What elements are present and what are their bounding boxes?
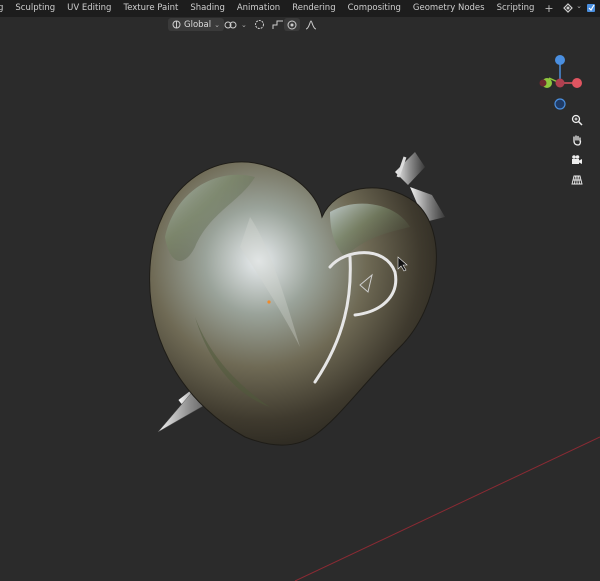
workspace-tab[interactable]: Sculpting: [9, 0, 61, 17]
chevron-down-icon: ⌄: [214, 20, 220, 29]
scene-canvas[interactable]: [0, 17, 600, 581]
zoom-icon[interactable]: [569, 112, 585, 128]
3d-viewport[interactable]: [0, 17, 600, 581]
workspace-tab[interactable]: UV Editing: [61, 0, 117, 17]
workspace-tab[interactable]: Rendering: [286, 0, 341, 17]
gizmo-neg-z-axis[interactable]: [554, 98, 566, 110]
workspace-tab[interactable]: Compositing: [342, 0, 407, 17]
grid-snap-icon: [272, 20, 283, 29]
transform-orientation-label: Global: [184, 19, 212, 30]
workspace-tab[interactable]: Animation: [231, 0, 286, 17]
viewport-header: Global ⌄ ⌄ ⌄: [0, 17, 600, 33]
chevron-down-icon[interactable]: ⌄: [576, 2, 582, 14]
snap-button[interactable]: [252, 18, 267, 31]
camera-icon[interactable]: [569, 152, 585, 168]
grid-perspective-icon[interactable]: [569, 172, 585, 188]
top-right-tools: ⌄: [562, 2, 596, 14]
link-icon: [224, 21, 237, 28]
add-workspace-button[interactable]: +: [540, 0, 557, 17]
gizmo-z-axis[interactable]: [555, 55, 565, 65]
workspace-tab[interactable]: Shading: [184, 0, 231, 17]
workspace-tab[interactable]: Scripting: [491, 0, 541, 17]
proportional-icon: [287, 20, 297, 29]
workspace-tab-bar: g Sculpting UV Editing Texture Paint Shading…: [0, 0, 600, 17]
falloff-curve-icon: [305, 19, 317, 29]
chevron-down-icon: ⌄: [241, 20, 247, 29]
gizmo-x-axis[interactable]: [572, 78, 582, 88]
navigation-gizmo[interactable]: [536, 50, 586, 112]
pivot-point-button[interactable]: ⌄: [222, 18, 249, 31]
workspace-tab[interactable]: g: [0, 0, 9, 17]
view-layer-icon[interactable]: [586, 2, 596, 14]
workspace-tab[interactable]: Texture Paint: [117, 0, 184, 17]
transform-orientation-group: Global ⌄: [168, 18, 224, 31]
x-axis-line: [294, 436, 600, 581]
scene-icon[interactable]: [562, 2, 573, 14]
workspace-tab[interactable]: Geometry Nodes: [407, 0, 491, 17]
object-origin: [267, 300, 271, 304]
transform-orientation-dropdown[interactable]: Global ⌄: [168, 18, 224, 31]
proportional-edit-group: [284, 18, 319, 31]
snap-icon: [254, 20, 264, 29]
workspace-tabs: g Sculpting UV Editing Texture Paint Shading…: [0, 0, 540, 17]
falloff-button[interactable]: [303, 18, 319, 31]
proportional-edit-button[interactable]: [284, 18, 300, 31]
orientation-icon: [172, 20, 181, 29]
hand-pan-icon[interactable]: [569, 132, 585, 148]
